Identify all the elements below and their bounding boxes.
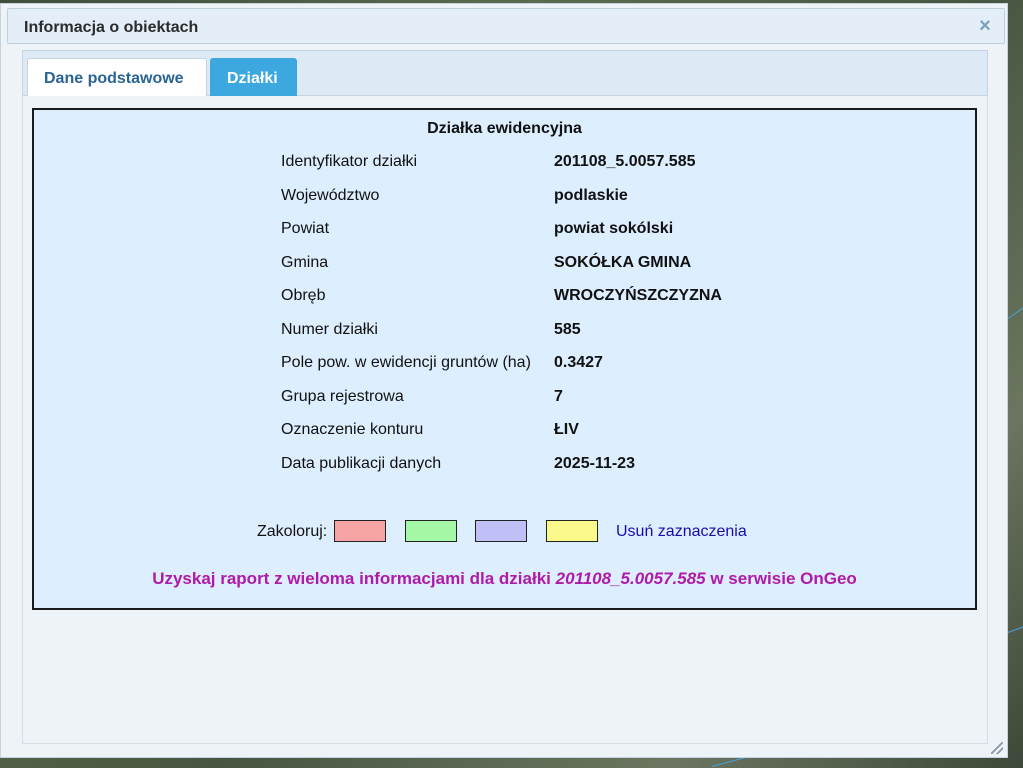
row-label: Województwo	[281, 187, 380, 204]
report-parcel-id: 201108_5.0057.585	[555, 569, 706, 588]
report-prefix: Uzyskaj raport z wieloma informacjami dl…	[152, 569, 556, 588]
row-label: Identyfikator działki	[281, 153, 418, 170]
row-value: 0.3427	[554, 354, 603, 371]
parcel-heading: Działka ewidencyjna	[427, 120, 582, 137]
ongeo-report-link[interactable]: Uzyskaj raport z wieloma informacjami dl…	[34, 569, 975, 589]
row-label: Numer działki	[281, 321, 378, 338]
clear-selection-link[interactable]: Usuń zaznaczenia	[616, 523, 747, 541]
map-boundary-line	[1007, 300, 1023, 319]
row-value: 2025-11-23	[554, 455, 635, 472]
tab-dane-podstawowe[interactable]: Dane podstawowe	[27, 58, 207, 98]
row-value: ŁIV	[554, 421, 579, 438]
close-icon[interactable]: ×	[976, 16, 994, 36]
swatch-yellow[interactable]	[546, 520, 598, 542]
row-value: 201108_5.0057.585	[554, 153, 696, 170]
swatch-blue[interactable]	[475, 520, 527, 542]
row-label: Pole pow. w ewidencji gruntów (ha)	[281, 354, 531, 371]
swatch-green[interactable]	[405, 520, 457, 542]
row-value: SOKÓŁKA GMINA	[554, 254, 692, 271]
map-boundary-line	[1007, 621, 1023, 633]
colorize-label: Zakoloruj:	[257, 523, 328, 540]
swatch-red[interactable]	[334, 520, 386, 542]
row-label: Data publikacji danych	[281, 455, 442, 472]
row-value: 585	[554, 321, 581, 338]
row-label: Grupa rejestrowa	[281, 388, 404, 405]
row-value: 7	[554, 388, 563, 405]
row-label: Obręb	[281, 287, 326, 304]
row-value: WROCZYŃSZCZYZNA	[554, 287, 722, 304]
dialog-titlebar[interactable]: Informacja o obiektach ×	[7, 8, 1005, 44]
row-value: powiat sokólski	[554, 220, 674, 237]
resize-handle[interactable]	[991, 742, 1003, 754]
parcel-info-box: Działka ewidencyjna Identyfikator działk…	[32, 108, 977, 610]
report-suffix: w serwisie OnGeo	[705, 569, 857, 588]
row-value: podlaskie	[554, 187, 628, 204]
row-label: Gmina	[281, 254, 329, 271]
row-label: Oznaczenie konturu	[281, 421, 424, 438]
tab-bar: Dane podstawowe Działki	[22, 50, 988, 98]
tab-dzialki[interactable]: Działki	[210, 58, 297, 98]
dialog-title: Informacja o obiektach	[24, 19, 199, 36]
row-label: Powiat	[281, 220, 330, 237]
